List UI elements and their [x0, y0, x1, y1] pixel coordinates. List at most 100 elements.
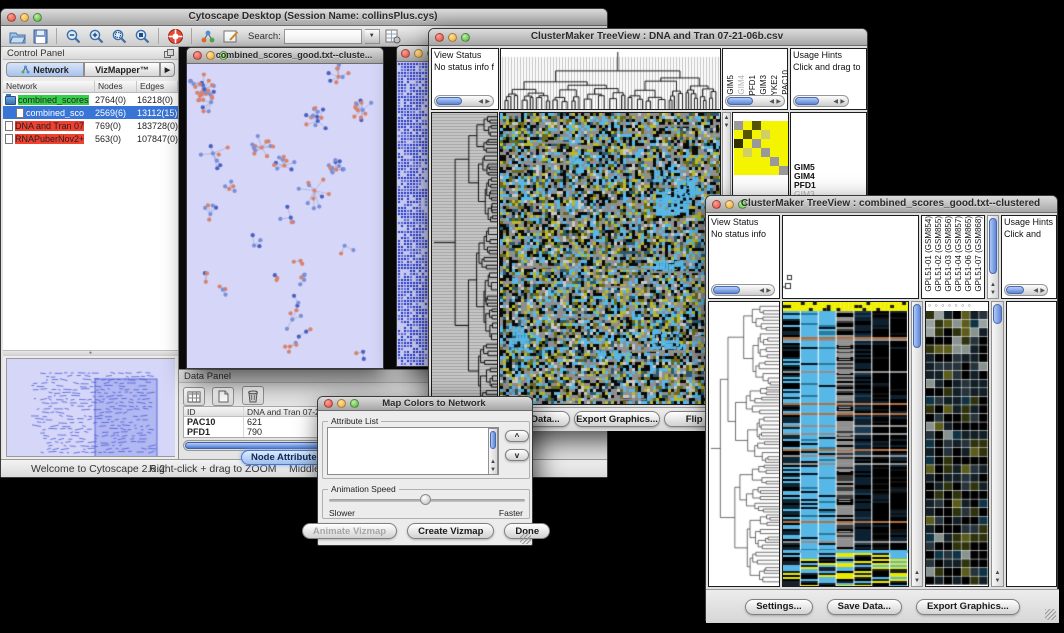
- heatmap-canvas[interactable]: [783, 302, 908, 586]
- tab-network[interactable]: Network: [6, 62, 84, 77]
- network-list: Network Nodes Edges combined_scores 2764…: [3, 81, 178, 350]
- zoom-matrix-cell: [770, 148, 779, 157]
- network-list-header: Network Nodes Edges: [3, 81, 178, 93]
- usage-hints-hscrollbar[interactable]: ◀▶: [1004, 284, 1048, 296]
- usage-hints-panel: Usage Hints Click and drag to ◀▶: [790, 48, 867, 110]
- close-icon[interactable]: [401, 49, 410, 58]
- zoom-selected-icon[interactable]: [109, 27, 129, 46]
- zoom-heatmap-panel[interactable]: ○○○○○○○: [925, 301, 989, 587]
- dialog-titlebar[interactable]: Map Colors to Network: [318, 397, 532, 411]
- search-dropdown-icon[interactable]: ▼: [365, 29, 380, 44]
- save-data-button[interactable]: Save Data...: [827, 599, 902, 615]
- overview-splitter[interactable]: ●: [3, 350, 178, 356]
- zoom-out-icon[interactable]: [63, 27, 83, 46]
- network-row[interactable]: DNA and Tran 07 769(0) 183728(0): [3, 119, 178, 132]
- heatmap-canvas[interactable]: [500, 113, 720, 404]
- scroll-down-icon: ▼: [912, 578, 922, 585]
- new-attribute-icon[interactable]: [212, 387, 234, 406]
- annotation-icon[interactable]: [221, 27, 241, 46]
- network-overview-canvas[interactable]: [7, 359, 175, 456]
- zoom-matrix-cell: [743, 148, 752, 157]
- view-status-hscrollbar[interactable]: ◀▶: [434, 95, 494, 107]
- column-dendrogram-canvas[interactable]: [501, 49, 720, 109]
- zoom-matrix-cell: [752, 121, 761, 130]
- column-dendrogram-panel[interactable]: [782, 215, 919, 299]
- usage-hints-hscrollbar[interactable]: ◀▶: [793, 95, 849, 107]
- column-label: GPL51-01 (GSM854): [924, 216, 933, 292]
- tab-overflow-arrow[interactable]: ▶: [160, 62, 175, 77]
- zoom-matrix-cell: [743, 157, 752, 166]
- attribute-list[interactable]: ▲▼: [327, 427, 499, 475]
- column-dendrogram-canvas[interactable]: [783, 216, 918, 298]
- column-label: GPL51-04 (GSM857): [954, 216, 963, 292]
- network-edges-count: 107847(0): [137, 134, 178, 144]
- speed-slider-thumb[interactable]: [420, 494, 431, 505]
- float-panel-icon[interactable]: [164, 49, 174, 58]
- export-graphics-button[interactable]: Export Graphics...: [574, 411, 660, 427]
- search-input[interactable]: [284, 29, 362, 44]
- zoom-columns-hscrollbar[interactable]: ◀▶: [725, 95, 785, 107]
- close-icon[interactable]: [7, 13, 16, 22]
- animate-vizmap-button[interactable]: Animate Vizmap: [302, 523, 397, 539]
- network-type-icon: [5, 121, 13, 131]
- zoom-fit-icon[interactable]: [132, 27, 152, 46]
- zoom-column-labels-panel: GIM5GIM4PFD1GIM3YKE2PAC10 ◀▶: [722, 48, 788, 110]
- move-up-button[interactable]: ^: [505, 430, 529, 442]
- heatmap-panel[interactable]: [782, 301, 909, 587]
- tab-vizmapper[interactable]: VizMapper™: [84, 62, 160, 77]
- zoom-in-icon[interactable]: [86, 27, 106, 46]
- gene-dendrogram-panel[interactable]: [431, 112, 498, 405]
- control-panel: Control Panel Network VizMapper™ ▶ Netwo…: [3, 47, 179, 459]
- attribute-list-group: Attribute List ▲▼ ^ v: [322, 421, 530, 479]
- close-icon[interactable]: [435, 33, 444, 42]
- heatmap-vscrollbar[interactable]: ▲▼: [911, 301, 923, 587]
- usage-hints-label: Usage Hints: [1002, 216, 1056, 228]
- heatmap-panel[interactable]: [499, 112, 721, 405]
- help-lifering-icon[interactable]: [165, 27, 185, 46]
- column-labels-vscrollbar[interactable]: ▲▼: [987, 215, 999, 299]
- network-row[interactable]: combined_sco 2569(6) 13112(15): [3, 106, 178, 119]
- zoom-heatmap-canvas[interactable]: [926, 311, 988, 585]
- close-icon[interactable]: [324, 399, 333, 408]
- create-vizmap-button[interactable]: Create Vizmap: [407, 523, 494, 539]
- network-overview-panel[interactable]: [6, 358, 175, 457]
- gene-dendrogram-canvas[interactable]: [709, 302, 779, 586]
- network-row[interactable]: combined_scores 2764(0) 16218(0): [3, 93, 178, 106]
- network-row[interactable]: RNAPuberNov2+ 563(0) 107847(0): [3, 132, 178, 145]
- zoom-matrix-cell: [752, 130, 761, 139]
- gene-list-vscrollbar[interactable]: ▲▼: [991, 301, 1004, 587]
- zoom-matrix-heatmap[interactable]: [734, 121, 788, 175]
- close-icon[interactable]: [712, 200, 721, 209]
- gene-dendrogram-canvas[interactable]: [432, 113, 497, 404]
- view-status-hscrollbar[interactable]: ◀▶: [711, 284, 775, 296]
- resize-grip[interactable]: [1045, 609, 1056, 620]
- main-titlebar[interactable]: Cytoscape Desktop (Session Name: collins…: [1, 9, 607, 26]
- network-type-icon: [5, 134, 13, 144]
- treeview-dna-titlebar[interactable]: ClusterMaker TreeView : DNA and Tran 07-…: [429, 29, 867, 46]
- scroll-up-icon: ▲: [992, 570, 1003, 577]
- move-down-button[interactable]: v: [505, 449, 529, 461]
- network-view-canvas[interactable]: [187, 64, 383, 368]
- save-icon[interactable]: [30, 27, 50, 46]
- zoom-matrix-cell: [761, 166, 770, 175]
- zoom-matrix-cell: [734, 121, 743, 130]
- delete-attribute-icon[interactable]: [242, 386, 264, 405]
- close-icon[interactable]: [193, 51, 202, 60]
- column-dendrogram-panel[interactable]: [500, 48, 721, 110]
- minimize-icon[interactable]: [414, 49, 423, 58]
- network-nodes-icon[interactable]: [198, 27, 218, 46]
- treeview-combined-titlebar[interactable]: ClusterMaker TreeView : combined_scores_…: [706, 196, 1057, 213]
- import-table-icon[interactable]: [383, 27, 403, 46]
- scroll-down-icon: ▼: [723, 123, 730, 130]
- gene-label-list[interactable]: [1006, 301, 1057, 587]
- export-graphics-button[interactable]: Export Graphics...: [916, 599, 1020, 615]
- network-view-titlebar[interactable]: combined_scores_good.txt--cluste...: [187, 48, 383, 64]
- zoom-matrix-cell: [761, 139, 770, 148]
- resize-grip[interactable]: [520, 533, 531, 544]
- open-folder-icon[interactable]: [7, 27, 27, 46]
- scroll-left-icon: ◀: [769, 98, 774, 106]
- attribute-list-vscrollbar[interactable]: ▲▼: [488, 428, 498, 475]
- settings-button[interactable]: Settings...: [745, 599, 812, 615]
- gene-dendrogram-panel[interactable]: [708, 301, 780, 587]
- attribute-select-icon[interactable]: [183, 387, 205, 406]
